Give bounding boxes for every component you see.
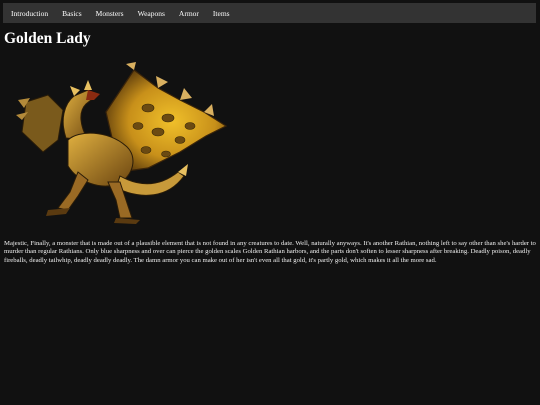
nav-link-basics[interactable]: Basics	[55, 3, 89, 23]
nav-link-armor[interactable]: Armor	[172, 3, 206, 23]
top-navigation-bar: Introduction Basics Monsters Weapons Arm…	[3, 3, 536, 23]
nav-link-items[interactable]: Items	[206, 3, 237, 23]
nav-link-introduction[interactable]: Introduction	[3, 3, 55, 23]
nav-list: Introduction Basics Monsters Weapons Arm…	[3, 3, 536, 23]
monster-description: Majestic, Finally, a monster that is mad…	[4, 240, 536, 264]
nav-link-weapons[interactable]: Weapons	[131, 3, 172, 23]
page-title: Golden Lady	[4, 30, 91, 47]
gold-wyvern-illustration	[16, 62, 228, 224]
nav-link-monsters[interactable]: Monsters	[89, 3, 131, 23]
